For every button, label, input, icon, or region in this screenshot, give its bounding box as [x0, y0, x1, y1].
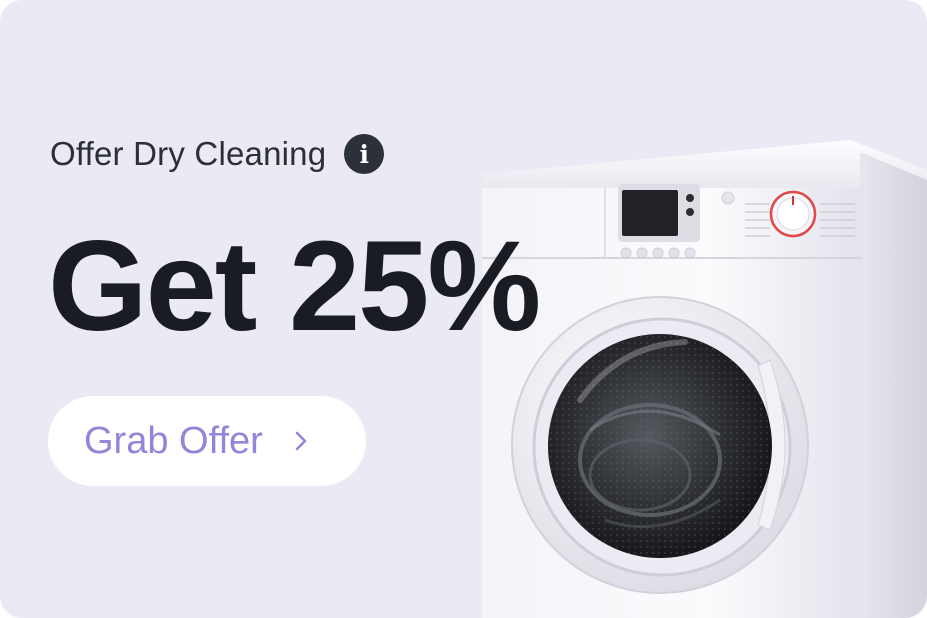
- offer-subtitle: Offer Dry Cleaning: [50, 135, 327, 172]
- offer-headline: Get 25%: [48, 215, 541, 358]
- chevron-right-icon: [295, 431, 307, 451]
- grab-offer-label: Grab Offer: [84, 419, 263, 462]
- promo-card: Offer Dry Cleaning i Get 25% Grab Offer: [0, 0, 927, 618]
- washing-machine-icon: [482, 140, 927, 618]
- grab-offer-button[interactable]: Grab Offer: [48, 396, 366, 486]
- offer-subtitle-row: Offer Dry Cleaning i: [50, 134, 385, 174]
- info-icon[interactable]: i: [344, 134, 385, 174]
